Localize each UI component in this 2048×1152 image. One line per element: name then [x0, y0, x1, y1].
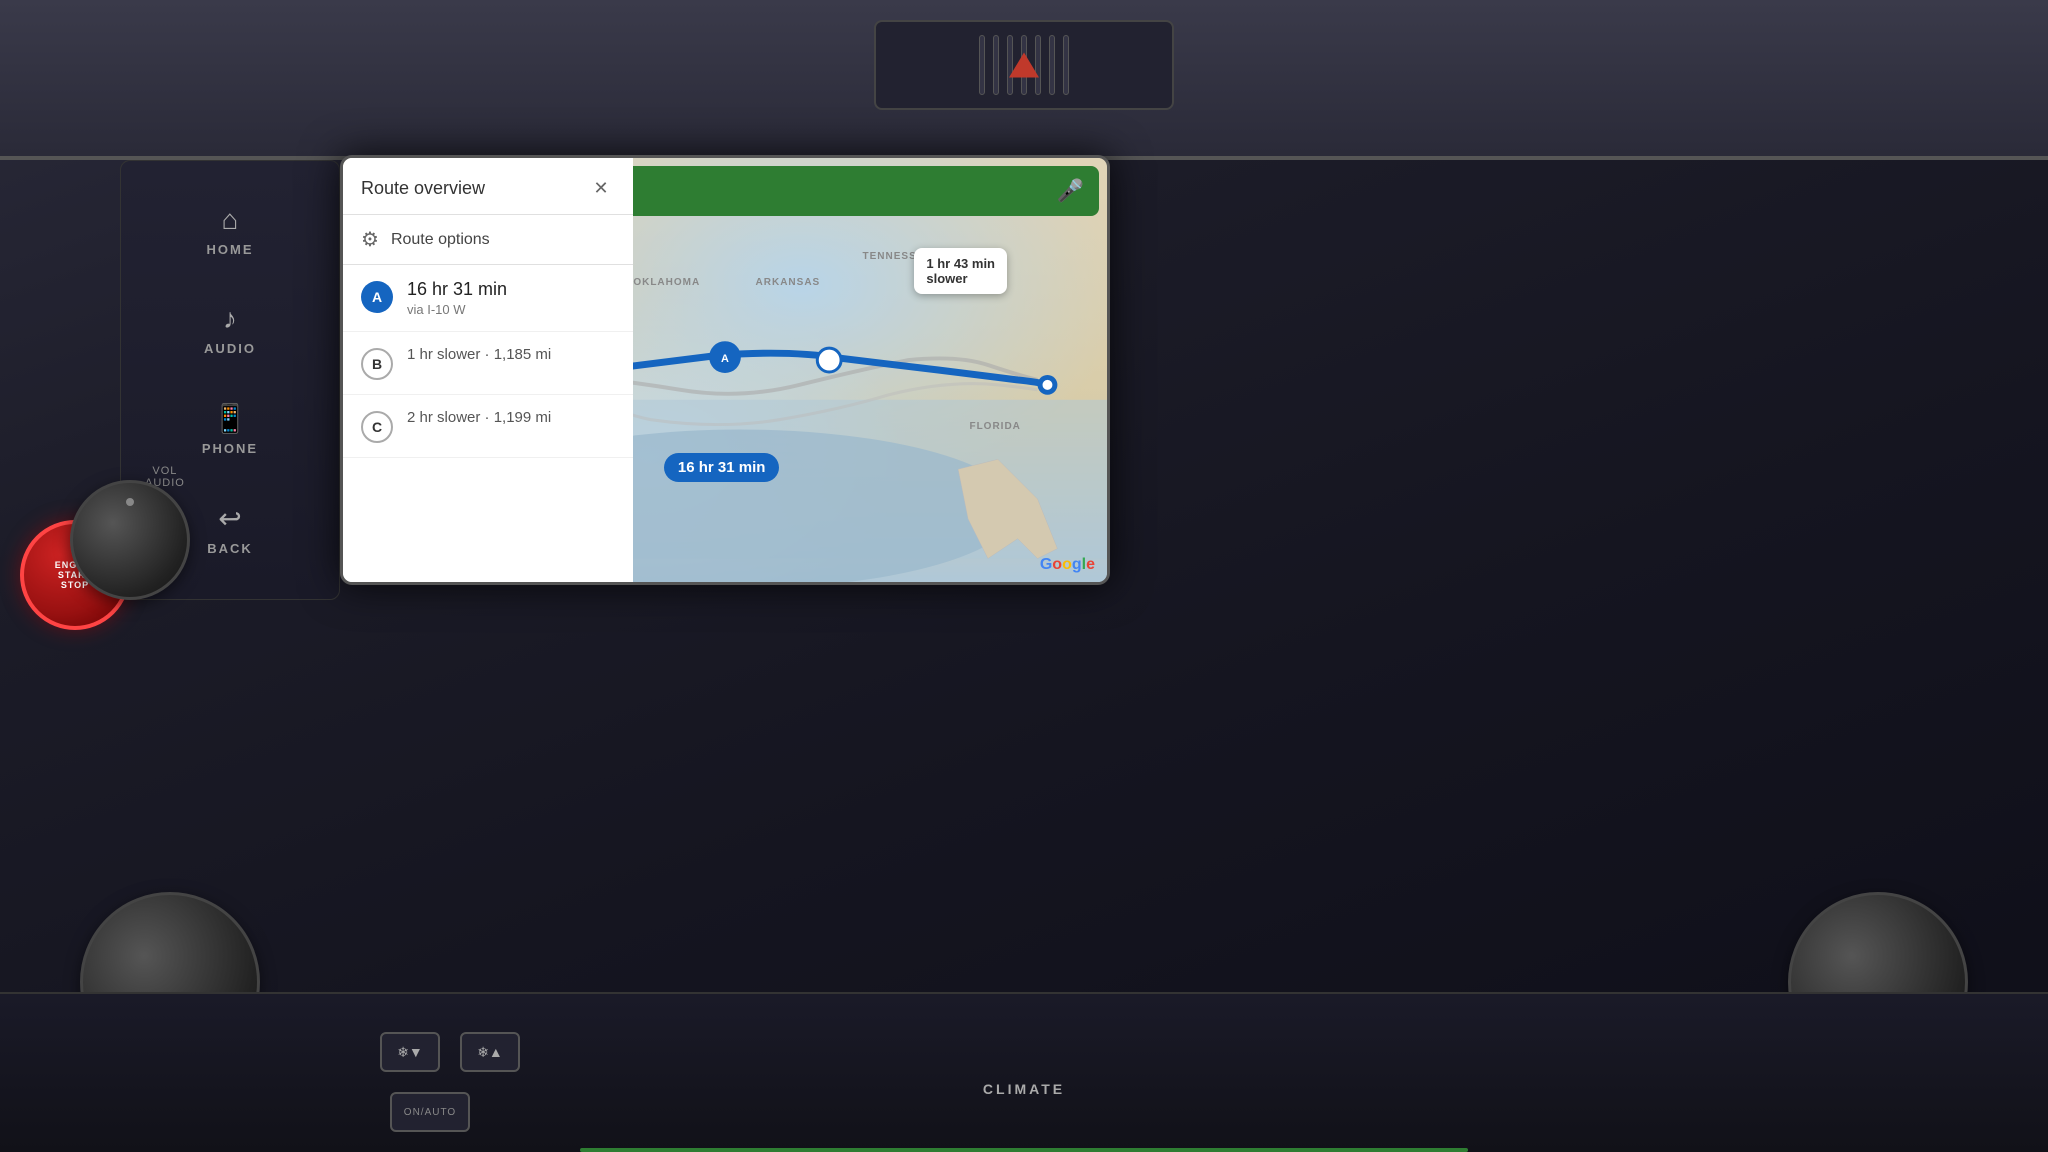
fan-speed-down-button[interactable]: ❄▼: [380, 1032, 440, 1072]
climate-label: CLIMATE: [983, 1081, 1065, 1097]
slower-time: 1 hr 43 min: [926, 256, 995, 271]
route-info-a: 16 hr 31 min via I-10 W: [407, 279, 507, 317]
home-icon: ⌂: [222, 204, 239, 236]
svg-text:A: A: [721, 353, 729, 365]
fan-speed-up-button[interactable]: ❄▲: [460, 1032, 520, 1072]
close-button[interactable]: ✕: [587, 174, 615, 202]
route-info-c: 2 hr slower · 1,199 mi: [407, 409, 551, 426]
home-button[interactable]: ⌂ HOME: [207, 204, 254, 257]
main-screen: A ! OKLAHOMA ARKANSAS TENNESSEE FLORIDA: [340, 155, 1110, 585]
slower-label: slower: [926, 271, 995, 286]
back-icon: ↩: [218, 502, 241, 535]
route-a-time: 16 hr 31 min: [407, 279, 507, 300]
route-panel: Route overview ✕ ⚙ Route options A 16 hr…: [343, 158, 633, 582]
top-center-vent: [874, 20, 1174, 110]
route-options-button[interactable]: ⚙ Route options: [343, 215, 633, 265]
phone-label: PHONE: [202, 441, 258, 456]
route-c-detail: 2 hr slower · 1,199 mi: [407, 409, 551, 426]
route-panel-header: Route overview ✕: [343, 158, 633, 215]
google-g: G: [1040, 556, 1052, 573]
audio-button[interactable]: ♪ AUDIO: [204, 303, 256, 356]
nav-mic-icon[interactable]: 🎤: [1057, 178, 1084, 204]
route-item-b[interactable]: B 1 hr slower · 1,185 mi: [343, 332, 633, 395]
climate-bar: ❄▼ ❄▲ CLIMATE ON/AUTO: [0, 992, 2048, 1152]
google-e: e: [1086, 556, 1095, 573]
green-indicator: [580, 1148, 1468, 1152]
route-b-detail: 1 hr slower · 1,185 mi: [407, 346, 551, 363]
arkansas-label: ARKANSAS: [756, 277, 821, 288]
route-time-bubble: 16 hr 31 min: [664, 453, 780, 482]
route-item-c[interactable]: C 2 hr slower · 1,199 mi: [343, 395, 633, 458]
route-panel-title: Route overview: [361, 178, 485, 199]
back-button[interactable]: ↩ BACK: [207, 502, 253, 556]
google-logo: Google: [1040, 556, 1095, 574]
climate-control-center: CLIMATE: [983, 1081, 1065, 1097]
fan-on-auto-button[interactable]: ON/AUTO: [390, 1092, 470, 1132]
home-label: HOME: [207, 242, 254, 257]
dashboard-top: [0, 0, 2048, 160]
route-options-label: Route options: [391, 231, 490, 249]
slower-tooltip: 1 hr 43 min slower: [914, 248, 1007, 294]
map-area[interactable]: A ! OKLAHOMA ARKANSAS TENNESSEE FLORIDA: [343, 158, 1107, 582]
route-badge-a: A: [361, 281, 393, 313]
route-badge-c: C: [361, 411, 393, 443]
route-badge-b: B: [361, 348, 393, 380]
engine-line-3: STOP: [61, 580, 89, 590]
google-o2: o: [1062, 556, 1072, 573]
route-info-b: 1 hr slower · 1,185 mi: [407, 346, 551, 363]
fan-down-icon: ❄▼: [397, 1044, 423, 1061]
back-label: BACK: [207, 541, 253, 556]
florida-label: FLORIDA: [969, 421, 1020, 432]
screen-content: A ! OKLAHOMA ARKANSAS TENNESSEE FLORIDA: [343, 158, 1107, 582]
volume-knob[interactable]: [70, 480, 190, 600]
phone-icon: 📱: [213, 402, 248, 435]
route-a-via: via I-10 W: [407, 302, 507, 317]
route-options-icon: ⚙: [361, 227, 379, 252]
google-g2: g: [1072, 556, 1082, 573]
audio-icon: ♪: [223, 303, 237, 335]
car-interior: ⌂ HOME ♪ AUDIO 📱 PHONE ↩ BACK: [0, 0, 2048, 1152]
phone-button[interactable]: 📱 PHONE: [202, 402, 258, 456]
fan-up-icon: ❄▲: [477, 1044, 503, 1061]
oklahoma-label: OKLAHOMA: [633, 277, 700, 288]
route-item-a[interactable]: A 16 hr 31 min via I-10 W: [343, 265, 633, 332]
on-auto-icon: ON/AUTO: [404, 1107, 456, 1118]
audio-label: AUDIO: [204, 341, 256, 356]
vol-text: VOL: [145, 465, 185, 477]
google-o1: o: [1052, 556, 1062, 573]
